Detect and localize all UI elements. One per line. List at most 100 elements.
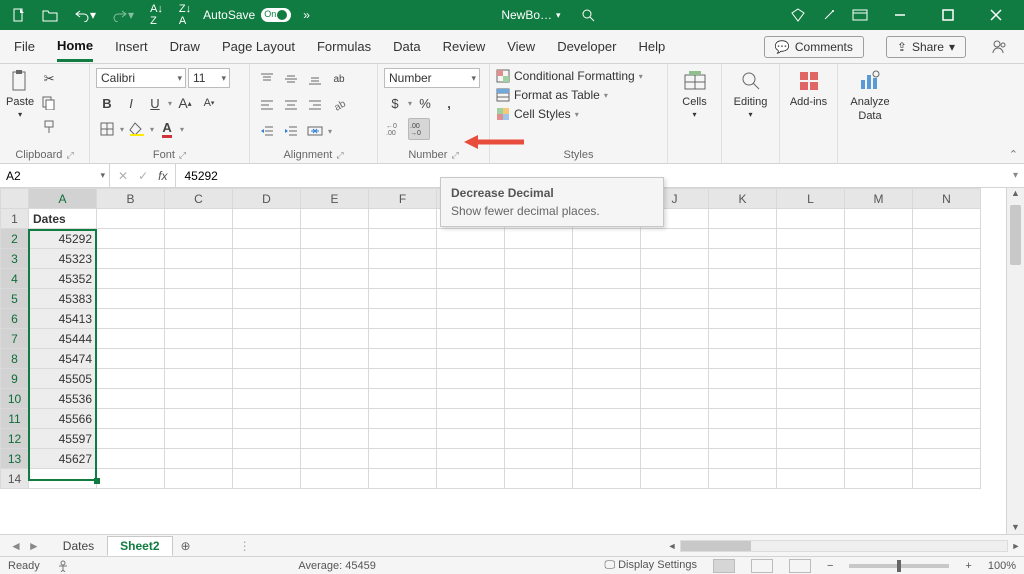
row-header[interactable]: 5	[1, 289, 29, 309]
cell[interactable]	[369, 289, 437, 309]
cell[interactable]	[573, 269, 641, 289]
cell[interactable]	[97, 329, 165, 349]
shrink-font-icon[interactable]: A▾	[198, 92, 220, 114]
tab-insert[interactable]: Insert	[115, 33, 148, 60]
cell[interactable]	[845, 329, 913, 349]
cell[interactable]	[505, 369, 573, 389]
fill-color-icon[interactable]	[126, 118, 148, 140]
cell[interactable]	[97, 409, 165, 429]
cell[interactable]: 45627	[29, 449, 97, 469]
scroll-thumb[interactable]	[1010, 205, 1021, 265]
borders-icon[interactable]	[96, 118, 118, 140]
undo-icon[interactable]: ▾	[70, 0, 100, 30]
fx-icon[interactable]: fx	[158, 169, 167, 183]
cell[interactable]	[777, 249, 845, 269]
cell[interactable]	[709, 469, 777, 489]
align-center-icon[interactable]	[280, 94, 302, 116]
cell[interactable]	[573, 449, 641, 469]
cell[interactable]	[641, 449, 709, 469]
cell[interactable]	[165, 469, 233, 489]
copy-icon[interactable]	[38, 92, 60, 114]
add-sheet-button[interactable]: ⊕	[173, 539, 199, 553]
cell[interactable]	[641, 269, 709, 289]
sheet-tab-sheet2[interactable]: Sheet2	[107, 536, 172, 556]
tab-formulas[interactable]: Formulas	[317, 33, 371, 60]
cell[interactable]	[97, 249, 165, 269]
cell[interactable]	[777, 409, 845, 429]
cell[interactable]	[777, 329, 845, 349]
cell[interactable]	[505, 289, 573, 309]
alignment-dialog-launcher[interactable]: ⤢	[336, 150, 343, 161]
cell[interactable]	[29, 469, 97, 489]
cell[interactable]	[165, 389, 233, 409]
scroll-right-icon[interactable]: ►	[1008, 541, 1024, 551]
cell[interactable]	[845, 389, 913, 409]
cell[interactable]	[369, 389, 437, 409]
percent-icon[interactable]: %	[414, 92, 436, 114]
cell[interactable]	[301, 249, 369, 269]
collapse-ribbon-icon[interactable]: ⌃	[1009, 148, 1018, 161]
cell[interactable]	[165, 289, 233, 309]
cell[interactable]	[437, 389, 505, 409]
cell[interactable]	[913, 209, 981, 229]
share-button[interactable]: ⇪ Share ▾	[886, 36, 966, 58]
cell[interactable]: 45292	[29, 229, 97, 249]
align-right-icon[interactable]	[304, 94, 326, 116]
cell[interactable]	[165, 329, 233, 349]
cell[interactable]	[641, 229, 709, 249]
cell[interactable]	[165, 449, 233, 469]
tab-developer[interactable]: Developer	[557, 33, 616, 60]
italic-button[interactable]: I	[120, 92, 142, 114]
cell[interactable]	[573, 369, 641, 389]
row-header[interactable]: 3	[1, 249, 29, 269]
qat-overflow[interactable]: »	[299, 0, 314, 30]
cell[interactable]	[301, 289, 369, 309]
cell[interactable]	[301, 209, 369, 229]
cell[interactable]	[777, 309, 845, 329]
row-header[interactable]: 10	[1, 389, 29, 409]
cell[interactable]	[505, 309, 573, 329]
cell[interactable]	[505, 229, 573, 249]
cell[interactable]	[913, 449, 981, 469]
cell[interactable]	[641, 349, 709, 369]
sort-desc-icon[interactable]: Z↓A	[175, 0, 195, 30]
cell[interactable]: 45597	[29, 429, 97, 449]
cell[interactable]	[165, 249, 233, 269]
row-header[interactable]: 1	[1, 209, 29, 229]
cell[interactable]	[301, 429, 369, 449]
close-button[interactable]	[976, 0, 1016, 30]
cell[interactable]	[233, 409, 301, 429]
cell[interactable]	[641, 249, 709, 269]
cell[interactable]	[301, 409, 369, 429]
cell[interactable]	[709, 249, 777, 269]
column-header[interactable]: A	[29, 189, 97, 209]
cell[interactable]	[845, 449, 913, 469]
cell[interactable]	[845, 229, 913, 249]
cell[interactable]	[301, 329, 369, 349]
cell[interactable]	[233, 469, 301, 489]
cell[interactable]	[301, 369, 369, 389]
cell[interactable]	[709, 209, 777, 229]
row-header[interactable]: 2	[1, 229, 29, 249]
cell[interactable]	[97, 289, 165, 309]
align-top-icon[interactable]	[256, 68, 278, 90]
row-header[interactable]: 8	[1, 349, 29, 369]
cell[interactable]	[777, 209, 845, 229]
font-dialog-launcher[interactable]: ⤢	[179, 150, 186, 161]
decrease-indent-icon[interactable]	[256, 120, 278, 142]
cell[interactable]: 45352	[29, 269, 97, 289]
expand-formula-bar-icon[interactable]: ▾	[1013, 170, 1018, 181]
cell[interactable]	[165, 229, 233, 249]
underline-button[interactable]: U	[144, 92, 166, 114]
cell[interactable]	[709, 229, 777, 249]
cell[interactable]: 45566	[29, 409, 97, 429]
cell[interactable]	[233, 269, 301, 289]
cell[interactable]	[573, 309, 641, 329]
select-all-corner[interactable]	[1, 189, 29, 209]
column-header[interactable]: D	[233, 189, 301, 209]
align-middle-icon[interactable]	[280, 68, 302, 90]
format-painter-icon[interactable]	[38, 116, 60, 138]
column-header[interactable]: E	[301, 189, 369, 209]
diamond-icon[interactable]	[786, 0, 810, 30]
cell[interactable]	[233, 349, 301, 369]
